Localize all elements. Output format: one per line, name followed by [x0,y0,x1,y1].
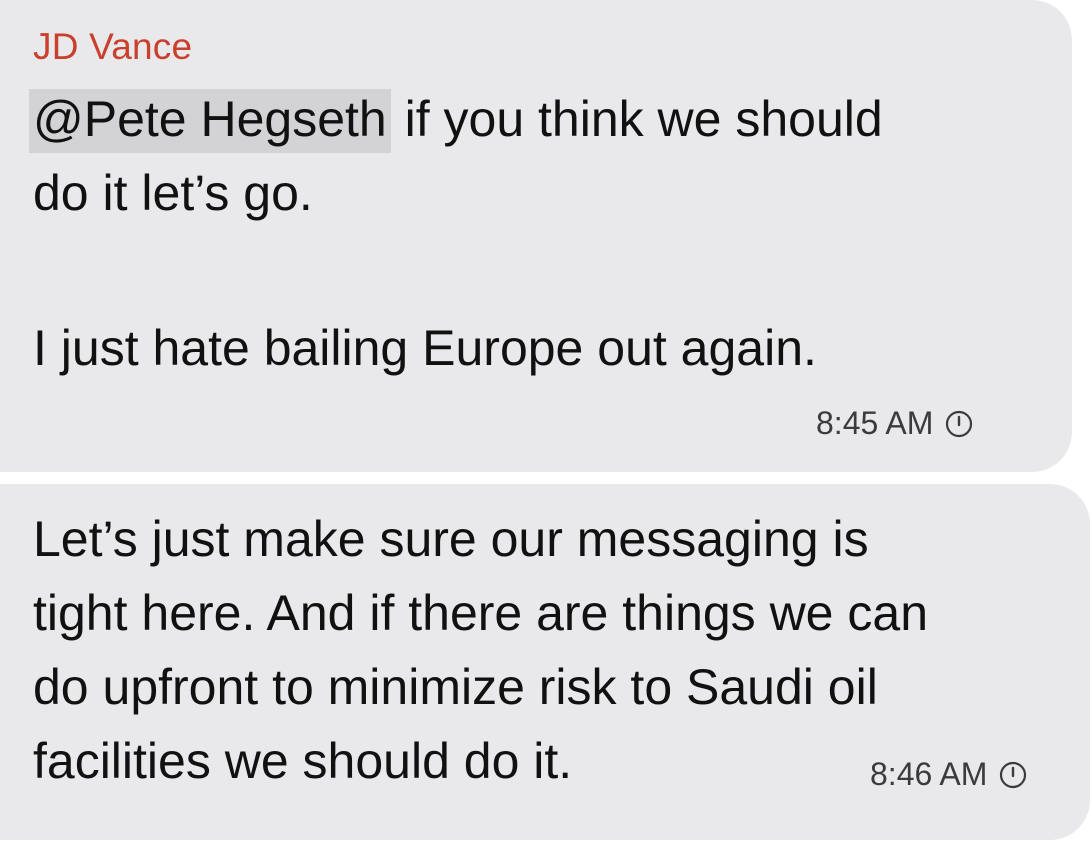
clock-pending-icon [1000,761,1027,788]
chat-thread: JD Vance @Pete Hegseth if you think we s… [0,0,1092,846]
message-timestamp: 8:46 AM [870,756,1027,793]
message-text-line: @Pete Hegseth if you think we should [29,82,883,156]
message-text-line: Let’s just make sure our messaging is [33,511,869,567]
message-text-line: do upfront to minimize risk to Saudi oil [33,659,878,715]
message-text-line: I just hate bailing Europe out again. [33,320,817,376]
message-text-line: do it let’s go. [33,165,313,221]
timestamp-text: 8:45 AM [816,405,934,441]
timestamp-text: 8:46 AM [870,756,988,792]
sender-name[interactable]: JD Vance [33,26,192,68]
message-text-line: tight here. And if there are things we c… [33,585,928,641]
message-bubble[interactable]: JD Vance @Pete Hegseth if you think we s… [0,0,1072,472]
message-text-fragment: if you think we should [390,91,883,147]
message-text-line: facilities we should do it. [33,733,573,789]
mention-tag[interactable]: @Pete Hegseth [29,89,391,153]
message-timestamp: 8:45 AM [816,405,973,442]
clock-pending-icon [946,410,973,437]
message-bubble[interactable]: Let’s just make sure our messaging is ti… [0,484,1090,840]
